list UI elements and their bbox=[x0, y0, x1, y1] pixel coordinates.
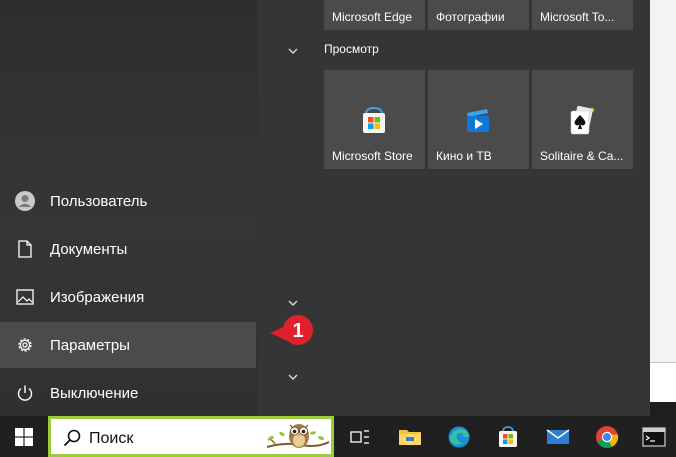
chevron-down-icon[interactable] bbox=[288, 298, 298, 310]
mail-icon bbox=[546, 428, 570, 444]
terminal-button[interactable] bbox=[630, 416, 676, 457]
menu-item-settings[interactable]: Параметры bbox=[0, 322, 256, 368]
tile-movies-tv[interactable]: Кино и ТВ bbox=[428, 70, 529, 169]
menu-item-label: Пользователь bbox=[50, 192, 148, 210]
gear-icon bbox=[0, 336, 50, 354]
chevron-down-icon[interactable] bbox=[288, 46, 298, 58]
movies-icon bbox=[467, 109, 489, 132]
tile-microsoft-edge[interactable]: Microsoft Edge bbox=[324, 0, 425, 30]
annotation-number: 1 bbox=[292, 320, 303, 342]
tile-microsoft-store[interactable]: Microsoft Store bbox=[324, 70, 425, 169]
store-icon bbox=[363, 106, 385, 133]
solitaire-icon bbox=[570, 105, 595, 135]
tile-photos[interactable]: Фотографии bbox=[428, 0, 529, 30]
desktop-bottom-strip bbox=[650, 402, 676, 416]
terminal-icon bbox=[642, 426, 666, 447]
menu-item-label: Изображения bbox=[50, 288, 145, 306]
tile-label: Microsoft To... bbox=[540, 10, 615, 24]
tile-label: Microsoft Store bbox=[332, 149, 413, 163]
tile-label: Solitaire & Ca... bbox=[540, 149, 624, 163]
menu-item-pictures[interactable]: Изображения bbox=[0, 274, 256, 320]
windows-logo-icon bbox=[15, 427, 33, 446]
task-view-icon bbox=[350, 429, 369, 444]
power-icon bbox=[0, 384, 50, 402]
menu-item-power[interactable]: Выключение bbox=[0, 370, 256, 416]
menu-item-documents[interactable]: Документы bbox=[0, 226, 256, 272]
tile-label: Microsoft Edge bbox=[332, 10, 413, 24]
annotation-badge: 1 bbox=[270, 315, 313, 345]
menu-item-user[interactable]: Пользователь bbox=[0, 178, 256, 224]
menu-item-label: Выключение bbox=[50, 384, 139, 402]
store-icon bbox=[499, 425, 517, 447]
chrome-button[interactable] bbox=[583, 416, 631, 457]
tile-group-label: Просмотр bbox=[324, 42, 379, 56]
user-avatar-icon bbox=[0, 190, 50, 212]
chevron-down-icon[interactable] bbox=[288, 372, 298, 384]
mail-button[interactable] bbox=[534, 416, 582, 457]
search-box[interactable]: Поиск bbox=[48, 416, 334, 457]
start-menu-tiles-pane bbox=[258, 0, 650, 416]
edge-icon bbox=[448, 426, 470, 447]
desktop-window-edge bbox=[650, 362, 676, 403]
search-icon bbox=[63, 429, 81, 447]
tile-microsoft-todo[interactable]: Microsoft To... bbox=[532, 0, 633, 30]
owl-doodle-icon bbox=[266, 424, 330, 448]
desktop-area bbox=[650, 0, 676, 416]
start-button[interactable] bbox=[0, 416, 48, 457]
task-view-button[interactable] bbox=[336, 416, 384, 457]
document-icon bbox=[0, 240, 50, 258]
file-explorer-icon bbox=[399, 429, 421, 445]
image-icon bbox=[0, 289, 50, 305]
store-button[interactable] bbox=[484, 416, 532, 457]
search-placeholder: Поиск bbox=[89, 430, 134, 447]
menu-item-label: Параметры bbox=[50, 336, 130, 354]
menu-item-label: Документы bbox=[50, 240, 128, 258]
tile-label: Фотографии bbox=[436, 10, 505, 24]
file-explorer-button[interactable] bbox=[386, 416, 434, 457]
tile-solitaire[interactable]: Solitaire & Ca... bbox=[532, 70, 633, 169]
tile-label: Кино и ТВ bbox=[436, 149, 492, 163]
edge-button[interactable] bbox=[435, 416, 483, 457]
chrome-icon bbox=[596, 425, 619, 448]
